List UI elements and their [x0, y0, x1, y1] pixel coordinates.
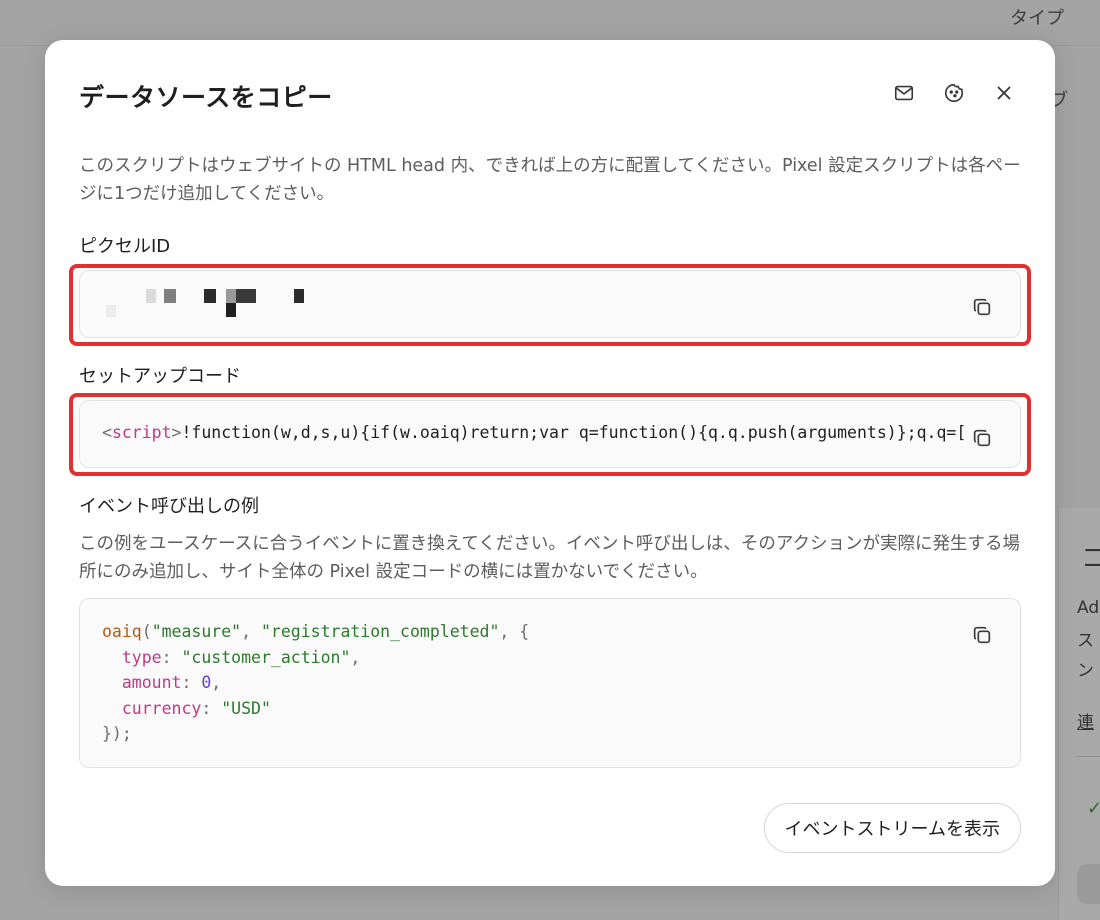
example-description: この例をユースケースに合うイベントに置き換えてください。イベント呼び出しは、その… [79, 534, 1020, 582]
background-card-line: Ad [1077, 598, 1100, 618]
code-token: amount [121, 673, 182, 692]
code-token: currency [121, 698, 202, 718]
copy-data-source-modal: データソースをコピー このスクリプトはウェブサイトの HTML head 内、で… [45, 40, 1055, 886]
checkmark-icon: ✓ [1087, 798, 1100, 819]
code-token: < [102, 423, 112, 442]
code-token: !function(w,d,s,u){if(w.oaiq)return;var … [181, 423, 964, 442]
copy-setup-code-button[interactable] [970, 426, 994, 450]
background-button [1077, 864, 1100, 904]
modal-title: データソースをコピー [79, 83, 333, 112]
modal-description: このスクリプトはウェブサイトの HTML head 内、できれば上の方に配置して… [79, 156, 1021, 204]
background-card-title: コ [1081, 544, 1100, 574]
code-token: oaiq [102, 622, 142, 641]
background-card: コ Ad ス ン 連 ✓ [1058, 508, 1100, 920]
code-token: > [171, 423, 182, 442]
background-divider [1077, 756, 1100, 757]
example-code-field[interactable]: oaiq("measure", "registration_completed"… [79, 598, 1021, 768]
background-card-link: 連 [1077, 713, 1094, 733]
setup-code-label: セットアップコード [79, 366, 241, 387]
code-token: "customer_action" [181, 647, 351, 667]
copy-pixel-id-button[interactable] [970, 295, 994, 319]
setup-code-field[interactable]: <script>!function(w,d,s,u){if(w.oaiq)ret… [79, 400, 1021, 468]
code-token: "registration_completed" [260, 622, 500, 641]
view-event-stream-button[interactable]: イベントストリームを表示 [763, 803, 1021, 853]
code-token: 0 [201, 673, 212, 692]
code-token: script [111, 423, 172, 442]
code-token: "measure" [151, 622, 242, 641]
background-card-line: ン [1077, 661, 1094, 681]
example-label: イベント呼び出しの例 [79, 496, 259, 517]
copy-icon [973, 298, 991, 316]
copy-icon [973, 626, 991, 644]
background-type-header: タイプ [1010, 8, 1064, 29]
mail-icon[interactable] [893, 82, 915, 104]
modal-header-actions [893, 82, 1015, 104]
close-icon[interactable] [993, 82, 1015, 104]
pixel-id-label: ピクセルID [79, 236, 171, 257]
background-card-line: ス [1077, 631, 1094, 651]
example-code-snippet: oaiq("measure", "registration_completed"… [102, 622, 530, 743]
cookie-icon[interactable] [943, 82, 965, 104]
code-token: }); [102, 724, 132, 743]
copy-icon [973, 429, 991, 447]
copy-example-code-button[interactable] [970, 623, 994, 647]
code-token: type [121, 647, 162, 667]
pixel-id-field[interactable] [79, 270, 1021, 338]
setup-code-snippet: <script>!function(w,d,s,u){if(w.oaiq)ret… [102, 423, 964, 442]
code-token: "USD" [221, 698, 271, 718]
